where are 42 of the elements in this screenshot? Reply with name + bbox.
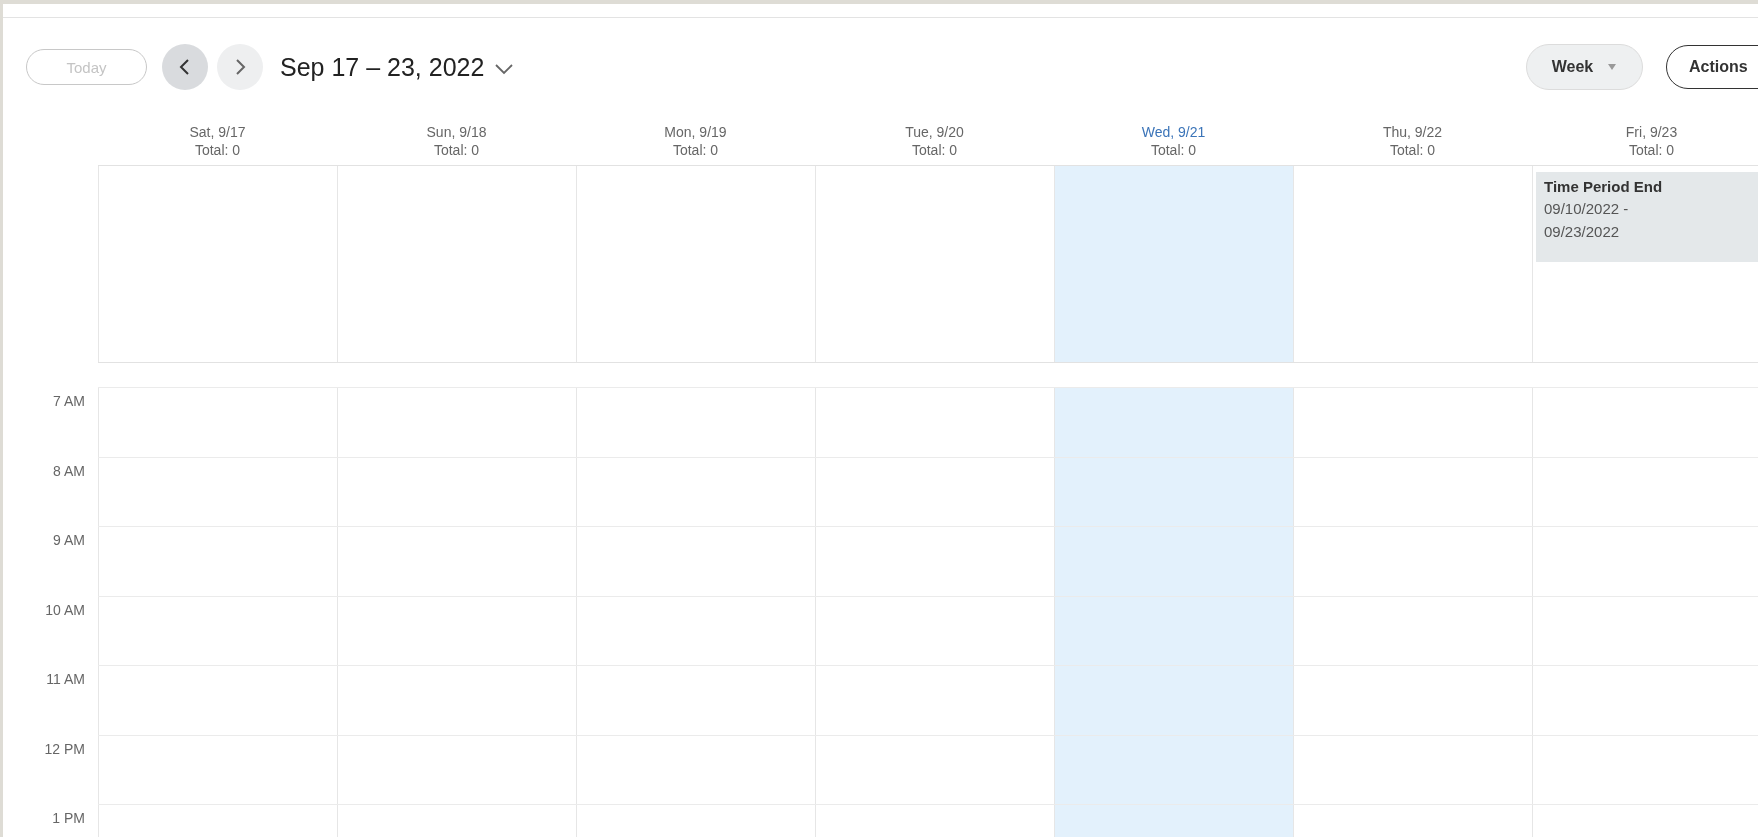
day-total: Total: 0 — [1389, 141, 1436, 159]
day-label: Sun, 9/18 — [426, 123, 487, 141]
day-label: Sat, 9/17 — [189, 123, 246, 141]
day-total: Total: 0 — [911, 141, 958, 159]
event-block[interactable]: Time Period End 09/10/2022 - 09/23/2022 — [1536, 172, 1758, 262]
hour-label: 12 PM — [43, 739, 85, 759]
hour-label: 8 AM — [52, 461, 85, 481]
time-slot[interactable] — [1054, 527, 1293, 596]
day-label: Thu, 9/22 — [1382, 123, 1443, 141]
day-total: Total: 0 — [1150, 141, 1197, 159]
chevron-down-icon[interactable] — [494, 63, 515, 75]
day-label: Fri, 9/23 — [1625, 123, 1678, 141]
hour-label: 7 AM — [52, 392, 85, 411]
hour-label: 10 AM — [44, 600, 85, 620]
all-day-cell[interactable] — [1054, 166, 1293, 362]
day-label: Wed, 9/21 — [1141, 123, 1206, 141]
actions-button[interactable]: Actions — [1666, 45, 1758, 89]
time-slot[interactable] — [1054, 388, 1293, 457]
day-total: Total: 0 — [1628, 141, 1675, 159]
day-label: Tue, 9/20 — [905, 123, 964, 141]
time-slot[interactable] — [1054, 457, 1293, 526]
time-slot[interactable] — [1054, 735, 1293, 804]
caret-down-icon — [1607, 63, 1618, 71]
event-title: Time Period End — [1544, 177, 1663, 197]
chevron-right-icon — [233, 57, 247, 77]
date-range-title[interactable]: Sep 17 – 23, 2022 — [280, 52, 485, 82]
view-dropdown[interactable]: Week — [1526, 44, 1643, 90]
event-dates: 09/23/2022 — [1544, 222, 1620, 242]
day-total: Total: 0 — [672, 141, 719, 159]
all-day-cell[interactable]: Time Period End 09/10/2022 - 09/23/2022 — [1532, 166, 1758, 362]
previous-button[interactable] — [162, 44, 208, 90]
hour-label: 11 AM — [45, 670, 85, 689]
event-dates: 09/10/2022 - — [1544, 199, 1629, 219]
day-label: Mon, 9/19 — [664, 123, 727, 141]
next-button[interactable] — [217, 44, 263, 90]
chevron-left-icon — [178, 57, 192, 77]
hour-label: 9 AM — [52, 531, 85, 550]
hour-label: 1 PM — [51, 809, 85, 828]
day-total: Total: 0 — [433, 141, 480, 159]
time-slot[interactable] — [1054, 596, 1293, 665]
time-slot[interactable] — [1054, 666, 1293, 735]
day-total: Total: 0 — [194, 141, 241, 159]
